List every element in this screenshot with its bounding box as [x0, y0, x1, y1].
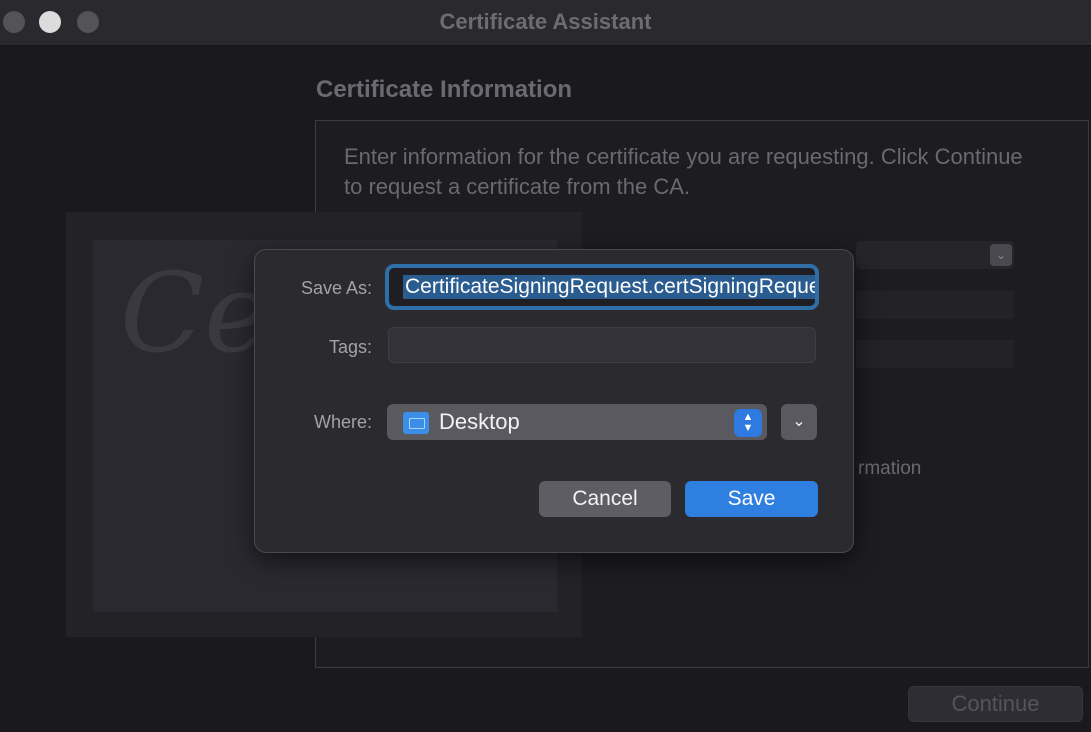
save-as-input[interactable]: CertificateSigningRequest.certSigningReq…	[385, 264, 819, 310]
up-down-stepper-icon[interactable]: ▲ ▼	[734, 409, 762, 437]
where-location-value: Desktop	[439, 409, 520, 434]
common-name-field[interactable]	[856, 340, 1014, 368]
save-as-label: Save As:	[300, 278, 372, 298]
expand-dialog-button[interactable]: ⌄	[781, 404, 817, 440]
tags-input[interactable]	[388, 327, 816, 363]
email-field[interactable]	[856, 291, 1014, 319]
save-as-value: CertificateSigningRequest.certSigningReq…	[403, 275, 815, 299]
window-title: Certificate Assistant	[439, 9, 652, 34]
continue-button[interactable]: Continue	[908, 686, 1083, 722]
save-button[interactable]: Save	[685, 481, 818, 517]
instructions-text: Enter information for the certificate yo…	[344, 144, 1023, 199]
title-bar: Certificate Assistant	[0, 0, 1091, 46]
cancel-button[interactable]: Cancel	[539, 481, 671, 517]
chevron-down-icon: ⌄	[990, 244, 1012, 266]
desktop-folder-icon	[403, 412, 429, 434]
certificate-script-glyph: Ce	[120, 249, 270, 377]
option-label: rmation	[858, 458, 922, 479]
tags-label: Tags:	[328, 337, 372, 357]
page-heading: Certificate Information	[316, 76, 573, 103]
certificate-assistant-window: Certificate Assistant Certificate Inform…	[0, 0, 1091, 732]
where-label: Where:	[313, 412, 372, 432]
